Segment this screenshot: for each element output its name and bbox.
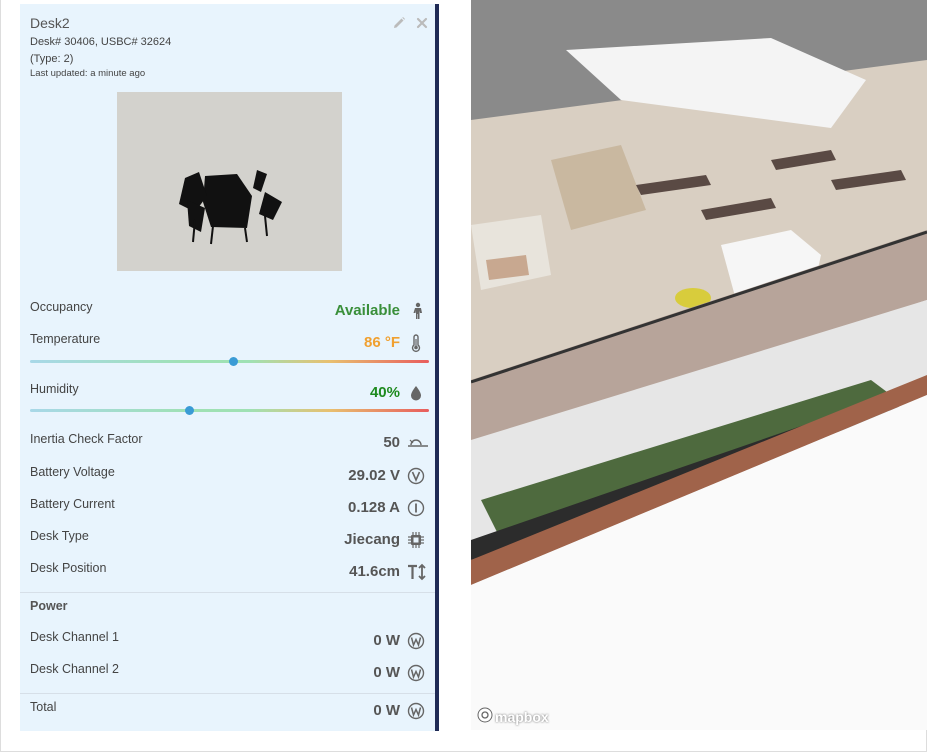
person-icon — [406, 301, 426, 321]
humidity-slider-knob[interactable] — [185, 406, 195, 415]
close-icon[interactable] — [416, 16, 428, 30]
desk-ids: Desk# 30406, USBC# 32624 — [30, 36, 172, 48]
desk-position-value: 41.6cm — [349, 563, 400, 580]
desk-chair-photo — [117, 92, 342, 271]
temperature-slider-knob[interactable] — [228, 357, 238, 366]
current-icon — [406, 498, 426, 518]
desk-channel-2-label: Desk Channel 2 — [30, 662, 119, 676]
temperature-value: 86 °F — [363, 334, 400, 351]
mapbox-logo-text: mapbox — [495, 708, 549, 725]
mapbox-logo-icon — [477, 707, 493, 726]
inertia-icon — [406, 433, 430, 453]
chip-icon — [406, 530, 426, 550]
humidity-slider[interactable] — [30, 406, 429, 415]
desk-channel-1-label: Desk Channel 1 — [30, 630, 119, 644]
last-updated: Last updated: a minute ago — [30, 68, 146, 79]
mapbox-attribution[interactable]: mapbox — [477, 707, 549, 726]
watt-icon — [406, 663, 426, 683]
desk-channel-1-value: 0 W — [373, 632, 400, 649]
battery-current-label: Battery Current — [30, 497, 115, 511]
pencil-icon[interactable] — [392, 16, 406, 30]
temperature-slider[interactable] — [30, 357, 429, 366]
divider — [20, 592, 435, 593]
total-power-value: 0 W — [373, 702, 400, 719]
battery-voltage-label: Battery Voltage — [30, 465, 115, 479]
floor-map-3d[interactable] — [471, 0, 927, 730]
divider — [20, 693, 435, 694]
watt-icon — [406, 701, 426, 721]
desk-type-label: Desk Type — [30, 529, 89, 543]
droplet-icon — [406, 383, 426, 403]
panel-gap — [443, 0, 471, 730]
desk-position-label: Desk Position — [30, 561, 107, 575]
humidity-value: 40% — [369, 384, 400, 401]
battery-current-value: 0.128 A — [348, 499, 400, 516]
power-section-title: Power — [30, 599, 68, 613]
battery-voltage-value: 29.02 V — [348, 467, 400, 484]
total-power-label: Total — [30, 700, 57, 714]
desk-channel-2-value: 0 W — [373, 664, 400, 681]
height-icon — [406, 562, 428, 582]
occupancy-label: Occupancy — [30, 300, 93, 314]
temperature-label: Temperature — [30, 332, 101, 346]
inertia-value: 50 — [383, 434, 400, 451]
desk-info-panel: Desk2 Desk# 30406, USBC# 32624 (Type: 2)… — [20, 4, 439, 731]
thermometer-icon — [406, 333, 426, 353]
watt-icon — [406, 631, 426, 651]
desk-type-value: Jiecang — [344, 531, 400, 548]
inertia-label: Inertia Check Factor — [30, 432, 143, 446]
desk-type-line: (Type: 2) — [30, 53, 74, 65]
humidity-label: Humidity — [30, 382, 79, 396]
desk-title: Desk2 — [30, 15, 70, 31]
voltage-icon — [406, 466, 426, 486]
occupancy-value: Available — [334, 302, 400, 319]
